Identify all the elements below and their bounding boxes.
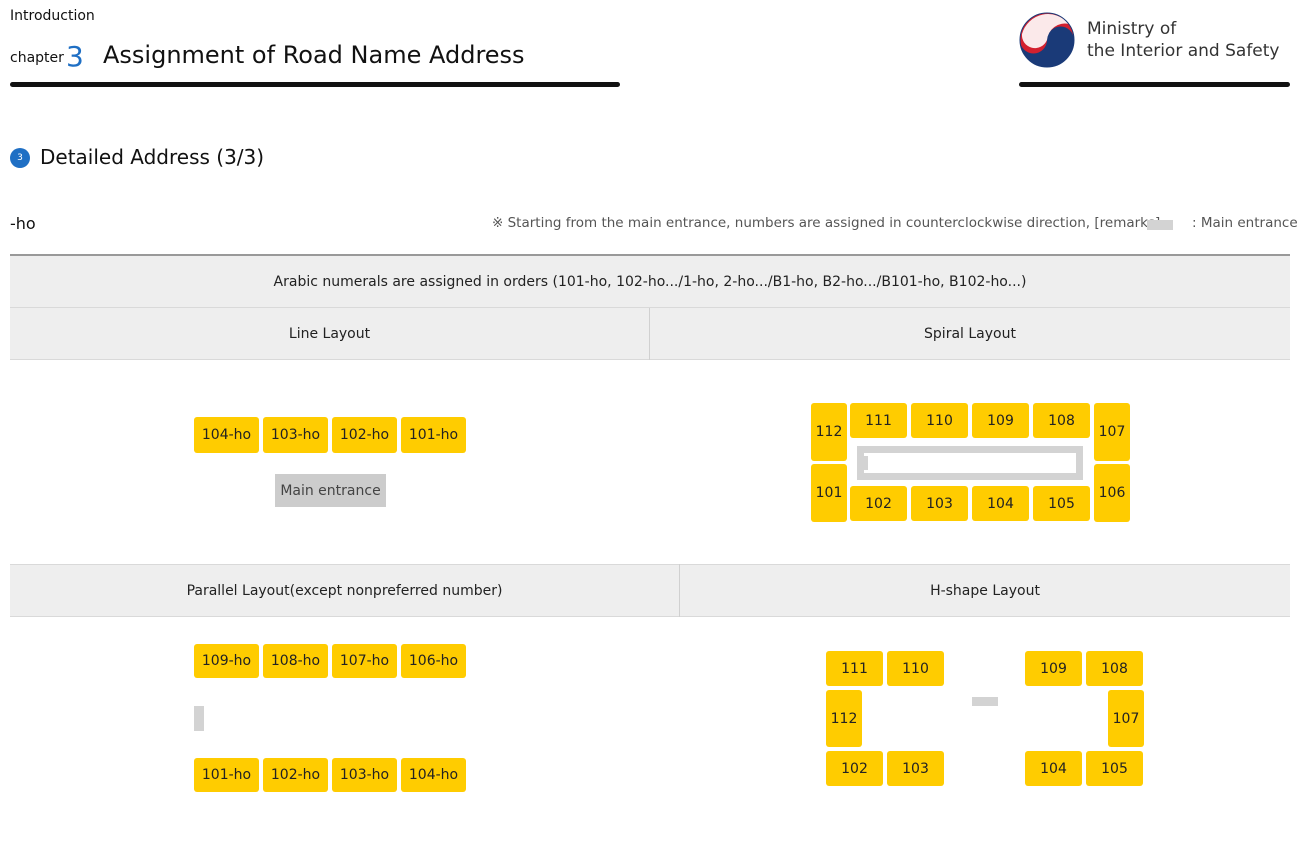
unit-box: 106 (1094, 464, 1130, 522)
breadcrumb: Introduction (10, 8, 95, 24)
table-header: Arabic numerals are assigned in orders (… (10, 256, 1290, 308)
main-entrance-marker (194, 706, 204, 731)
unit-box: 103-ho (332, 758, 397, 792)
logo-underline (1019, 82, 1290, 87)
parallel-layout-header: Parallel Layout(except nonpreferred numb… (10, 564, 679, 617)
unit-box: 108 (1033, 403, 1090, 438)
section-number-badge: 3 (10, 148, 30, 168)
line-layout-label: Line Layout (288, 325, 371, 342)
parallel-layout-label: Parallel Layout(except nonpreferred numb… (186, 582, 503, 599)
spiral-layout-label: Spiral Layout (924, 325, 1016, 342)
line-layout-header: Line Layout (10, 308, 649, 360)
unit-box: 102 (826, 751, 883, 786)
table-header-text: Arabic numerals are assigned in orders (… (273, 273, 1027, 290)
unit-box: 105 (1086, 751, 1143, 786)
main-entrance-box: Main entrance (275, 474, 386, 507)
unit-box: 104-ho (401, 758, 466, 792)
unit-box: 108-ho (263, 644, 328, 678)
unit-box: 103-ho (263, 417, 328, 453)
unit-box: 103 (887, 751, 944, 786)
unit-box: 101-ho (194, 758, 259, 792)
unit-box: 101-ho (401, 417, 466, 453)
ministry-logo-icon (1019, 12, 1075, 68)
section-title: Detailed Address (3/3) (40, 145, 265, 169)
unit-box: 106-ho (401, 644, 466, 678)
unit-box: 112 (811, 403, 847, 461)
unit-box: 111 (826, 651, 883, 686)
unit-box: 112 (826, 690, 862, 747)
subheading: -ho (10, 214, 36, 233)
remark-note: ※ Starting from the main entrance, numbe… (492, 215, 1161, 231)
unit-box: 102-ho (332, 417, 397, 453)
ministry-name-line1: Ministry of (1087, 19, 1177, 39)
title-underline (10, 82, 620, 87)
unit-box: 102 (850, 486, 907, 521)
unit-box: 107 (1108, 690, 1144, 747)
unit-box: 109-ho (194, 644, 259, 678)
main-entrance-legend-label: : Main entrance (1192, 215, 1298, 231)
unit-box: 108 (1086, 651, 1143, 686)
unit-box: 103 (911, 486, 968, 521)
page-title: Assignment of Road Name Address (103, 41, 525, 69)
unit-box: 104 (972, 486, 1029, 521)
unit-box: 111 (850, 403, 907, 438)
unit-box: 107 (1094, 403, 1130, 461)
chapter-number: 3 (66, 40, 84, 73)
h-shape-layout-header: H-shape Layout (680, 564, 1290, 617)
main-entrance-legend-swatch (1147, 220, 1173, 230)
unit-box: 104 (1025, 751, 1082, 786)
unit-box: 109 (1025, 651, 1082, 686)
ministry-name-line2: the Interior and Safety (1087, 41, 1280, 61)
unit-box: 101 (811, 464, 847, 522)
unit-box: 104-ho (194, 417, 259, 453)
corridor (857, 446, 1083, 480)
unit-box: 102-ho (263, 758, 328, 792)
unit-box: 110 (887, 651, 944, 686)
ministry-name: Ministry of the Interior and Safety (1087, 18, 1280, 62)
unit-box: 110 (911, 403, 968, 438)
main-entrance-marker (864, 456, 868, 470)
spiral-layout-header: Spiral Layout (650, 308, 1290, 360)
chapter-label: chapter (10, 50, 64, 66)
h-shape-layout-label: H-shape Layout (930, 582, 1040, 599)
unit-box: 109 (972, 403, 1029, 438)
main-entrance-marker (972, 697, 998, 706)
unit-box: 105 (1033, 486, 1090, 521)
unit-box: 107-ho (332, 644, 397, 678)
